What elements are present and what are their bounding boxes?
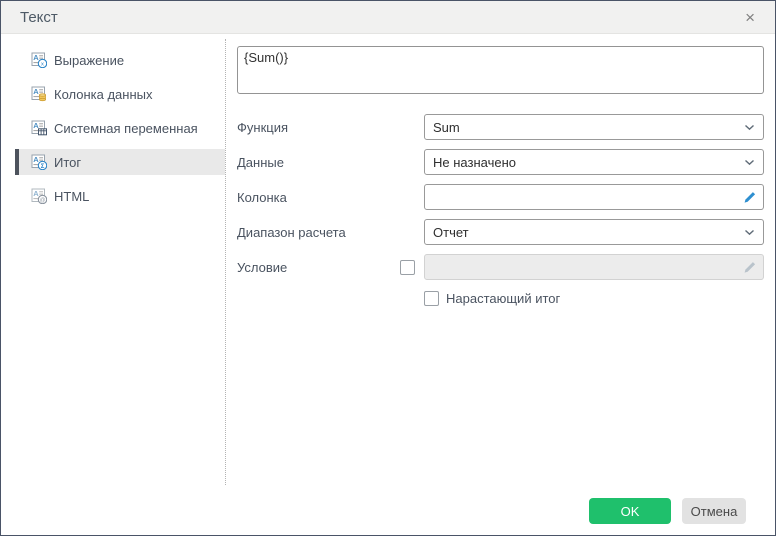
sidebar-item-label: Выражение — [54, 53, 124, 68]
sidebar: A x Выражение A Колонка данных — [15, 47, 225, 217]
close-icon[interactable]: × — [741, 7, 759, 28]
sidebar-item-label: HTML — [54, 189, 89, 204]
data-select[interactable]: Не назначено — [424, 149, 764, 175]
column-input[interactable] — [424, 184, 764, 210]
function-select-value: Sum — [433, 120, 460, 135]
range-row: Диапазон расчета Отчет — [237, 219, 764, 245]
sidebar-item-data-column[interactable]: A Колонка данных — [15, 81, 225, 107]
svg-text:A: A — [33, 87, 39, 96]
total-icon: A Σ — [31, 154, 47, 170]
sidebar-item-label: Колонка данных — [54, 87, 153, 102]
function-row: Функция Sum — [237, 114, 764, 140]
data-row: Данные Не назначено — [237, 149, 764, 175]
sidebar-item-label: Системная переменная — [54, 121, 198, 136]
column-row: Колонка — [237, 184, 764, 210]
dialog-titlebar: Текст × — [1, 1, 775, 34]
svg-text:Σ: Σ — [41, 164, 45, 170]
svg-text:A: A — [33, 53, 39, 62]
sidebar-separator — [225, 39, 226, 485]
data-label: Данные — [237, 155, 424, 170]
sidebar-item-label: Итог — [54, 155, 81, 170]
sidebar-item-total[interactable]: A Σ Итог — [15, 149, 225, 175]
chevron-down-icon — [744, 159, 755, 166]
expression-textarea[interactable]: {Sum()} — [237, 46, 764, 94]
function-select[interactable]: Sum — [424, 114, 764, 140]
condition-label: Условие — [237, 260, 287, 275]
totals-form: Функция Sum Данные Не назначено Колонка — [237, 114, 764, 306]
sidebar-item-expression[interactable]: A x Выражение — [15, 47, 225, 73]
condition-label-cell: Условие — [237, 260, 424, 275]
edit-pencil-icon-disabled — [743, 260, 757, 274]
text-editor-dialog: Текст × A x Выражение A — [0, 0, 776, 536]
chevron-down-icon — [744, 124, 755, 131]
svg-text:A: A — [33, 155, 39, 164]
ok-button[interactable]: OK — [589, 498, 671, 524]
running-total-row: Нарастающий итог — [424, 291, 764, 306]
svg-text:x: x — [41, 62, 44, 68]
condition-input — [424, 254, 764, 280]
edit-pencil-icon[interactable] — [743, 190, 757, 204]
condition-row: Условие — [237, 254, 764, 280]
sidebar-item-system-variable[interactable]: A Системная переменная — [15, 115, 225, 141]
cancel-button[interactable]: Отмена — [682, 498, 746, 524]
chevron-down-icon — [744, 229, 755, 236]
running-total-label: Нарастающий итог — [446, 291, 560, 306]
system-variable-icon: A — [31, 120, 47, 136]
data-column-icon: A — [31, 86, 47, 102]
svg-text:A: A — [33, 189, 39, 198]
range-label: Диапазон расчета — [237, 225, 424, 240]
data-select-value: Не назначено — [433, 155, 516, 170]
expression-icon: A x — [31, 52, 47, 68]
function-label: Функция — [237, 120, 424, 135]
dialog-title: Текст — [20, 9, 741, 26]
svg-text:@: @ — [40, 198, 45, 204]
column-label: Колонка — [237, 190, 424, 205]
range-select[interactable]: Отчет — [424, 219, 764, 245]
running-total-checkbox[interactable] — [424, 291, 439, 306]
html-icon: A @ — [31, 188, 47, 204]
range-select-value: Отчет — [433, 225, 469, 240]
condition-checkbox[interactable] — [400, 260, 415, 275]
sidebar-item-html[interactable]: A @ HTML — [15, 183, 225, 209]
